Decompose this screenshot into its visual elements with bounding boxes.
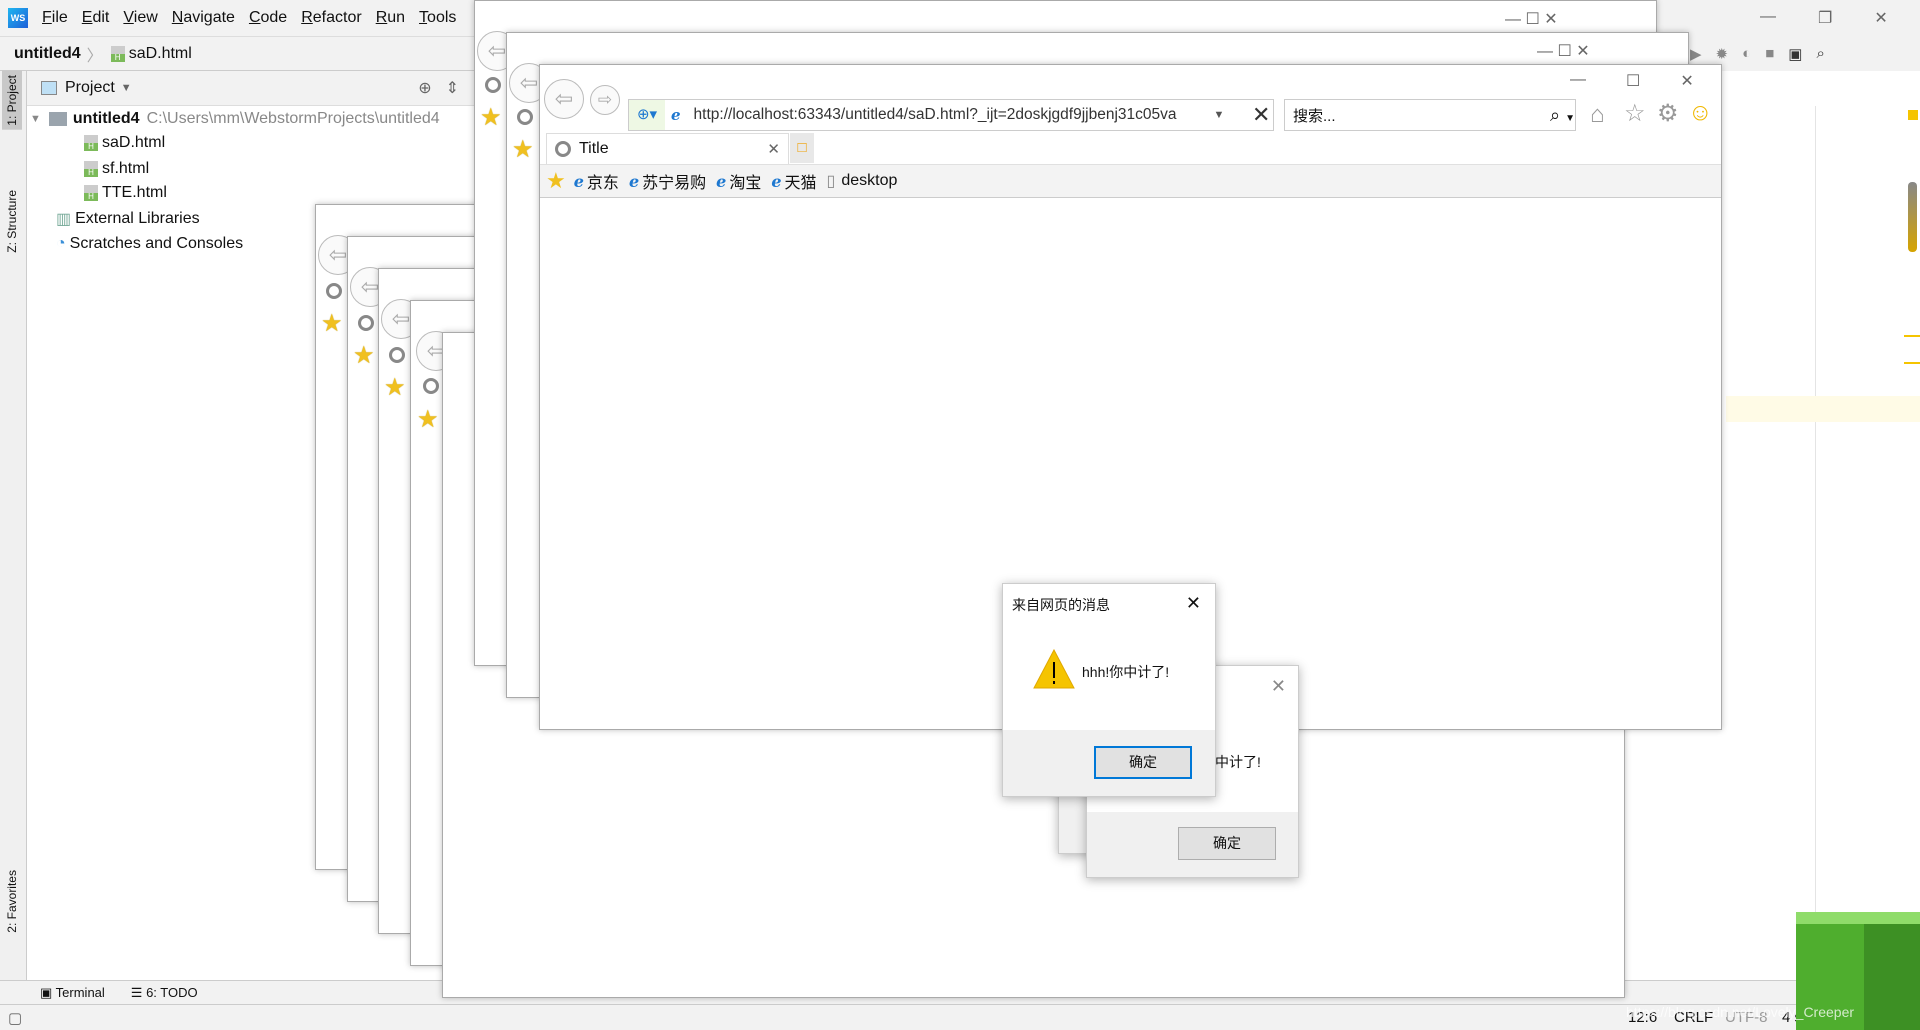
locate-icon[interactable]: ⊕: [418, 78, 431, 98]
favorite-link[interactable]: e 天猫: [771, 169, 816, 193]
watermark: https://blog.csdn.net/Lovely_Creeper: [1626, 1004, 1855, 1020]
restore-icon[interactable]: ❐: [1818, 8, 1832, 28]
tab-structure[interactable]: Z: Structure: [2, 186, 22, 257]
ok-button[interactable]: 确定: [1094, 746, 1192, 779]
run-icon[interactable]: ▶: [1690, 45, 1702, 63]
menu-tools[interactable]: Tools: [419, 9, 456, 27]
editor-gutter: [1726, 106, 1920, 946]
favorites-star-icon[interactable]: ☆: [1624, 99, 1646, 128]
url-text[interactable]: http://localhost:63343/untitled4/saD.htm…: [694, 106, 1214, 124]
tree-file[interactable]: HsaD.html: [76, 131, 165, 155]
coverage-icon[interactable]: ◐: [1742, 45, 1751, 62]
close-tab-icon[interactable]: ✕: [767, 140, 780, 158]
menu-view[interactable]: View: [123, 9, 157, 27]
webstorm-logo: WS: [8, 8, 28, 28]
forward-button[interactable]: ⇨: [590, 85, 620, 115]
collapse-icon[interactable]: ⇕: [446, 78, 459, 98]
tree-file[interactable]: H TTE.html: [76, 181, 167, 205]
stop-icon[interactable]: ✕: [1252, 102, 1270, 128]
home-icon[interactable]: ⌂: [1590, 101, 1605, 129]
shield-icon[interactable]: ⊕▾: [629, 100, 665, 130]
layout-icon[interactable]: ▢: [8, 1009, 22, 1027]
maximize-icon[interactable]: ☐: [1626, 71, 1640, 91]
favorite-link[interactable]: e 京东: [574, 169, 619, 193]
creeper-image: https://blog.csdn.net/Lovely_Creeper: [1626, 912, 1920, 1030]
back-button[interactable]: ⇦: [544, 79, 584, 119]
ok-button[interactable]: 确定: [1178, 827, 1276, 860]
project-icon: [41, 81, 57, 95]
tree-root[interactable]: ▼ untitled4 C:\Users\mm\WebstormProjects\…: [30, 107, 440, 131]
minimize-icon[interactable]: —: [1570, 71, 1586, 91]
search-icon[interactable]: ⌕: [1816, 45, 1824, 62]
close-icon[interactable]: ✕: [1271, 676, 1286, 697]
dialog-message: hhh!你中计了!: [1082, 664, 1170, 680]
html-file-icon: H: [84, 135, 98, 151]
project-panel-header: Project ▼ ⊕ ⇕: [27, 71, 475, 106]
menu-edit[interactable]: Edit: [82, 9, 110, 27]
library-icon: ▥: [56, 211, 72, 228]
window-controls: — ☐ ✕: [1570, 71, 1694, 91]
close-icon[interactable]: ✕: [1186, 593, 1201, 614]
search-icon[interactable]: ⌕ ▼: [1550, 105, 1575, 126]
search-box[interactable]: 搜索... ⌕ ▼: [1284, 99, 1576, 131]
terminal-icon[interactable]: ▣: [1788, 45, 1802, 63]
menu-navigate[interactable]: Navigate: [172, 9, 235, 27]
new-tab-button[interactable]: □: [790, 133, 814, 163]
breadcrumb-project[interactable]: untitled4: [14, 45, 81, 63]
close-icon[interactable]: ✕: [1874, 8, 1887, 28]
menu-code[interactable]: Code: [249, 9, 287, 27]
left-tool-strip: 1: Project Z: Structure 2: Favorites: [0, 71, 27, 1004]
breadcrumb-file[interactable]: saD.html: [129, 45, 192, 63]
menu-refactor[interactable]: Refactor: [301, 9, 361, 27]
menu-file[interactable]: File: [42, 9, 68, 27]
menu-run[interactable]: Run: [376, 9, 405, 27]
terminal-tab[interactable]: ▣ Terminal: [40, 985, 105, 1001]
html-file-icon: H: [110, 45, 125, 62]
favorite-link[interactable]: e 淘宝: [716, 169, 761, 193]
scratches-icon: ◔: [56, 235, 66, 252]
browser-tab[interactable]: Title ✕: [546, 133, 789, 164]
alert-dialog: 来自网页的消息 ✕ hhh!你中计了! 确定: [1002, 583, 1216, 797]
ie-icon: e: [671, 106, 681, 124]
favorites-bar: ★ e 京东 e 苏宁易购 e 淘宝 e 天猫 ▯ desktop: [540, 164, 1721, 198]
warning-icon: [1033, 648, 1075, 689]
html-file-icon: H: [84, 185, 98, 201]
project-view-selector[interactable]: Project: [65, 79, 115, 97]
favorite-link[interactable]: ▯ desktop: [827, 171, 898, 191]
smiley-icon[interactable]: ☺: [1688, 99, 1713, 127]
address-bar[interactable]: ⊕▾ e http://localhost:63343/untitled4/sa…: [628, 99, 1274, 131]
stop-icon[interactable]: ■: [1765, 45, 1774, 62]
tab-project[interactable]: 1: Project: [2, 71, 22, 130]
debug-icon[interactable]: ✹: [1716, 45, 1729, 63]
dialog-title: 来自网页的消息: [1012, 597, 1110, 613]
close-icon[interactable]: ✕: [1680, 71, 1693, 91]
tab-favorites[interactable]: 2: Favorites: [2, 866, 22, 937]
dropdown-icon[interactable]: ▼: [1214, 109, 1225, 121]
favorite-link[interactable]: e 苏宁易购: [629, 169, 706, 193]
settings-gear-icon[interactable]: ⚙: [1657, 99, 1679, 128]
favorites-add-icon[interactable]: ★: [546, 168, 566, 194]
ide-window-controls: — ❐ ✕: [1760, 8, 1888, 28]
html-file-icon: H: [84, 161, 98, 177]
minimize-icon[interactable]: —: [1760, 8, 1776, 28]
tree-external-libraries[interactable]: ▥ External Libraries: [56, 207, 200, 231]
tree-file[interactable]: Hsf.html: [76, 157, 149, 181]
todo-tab[interactable]: ☰ 6: TODO: [131, 985, 198, 1001]
tree-scratches[interactable]: ◔ Scratches and Consoles: [56, 232, 243, 256]
